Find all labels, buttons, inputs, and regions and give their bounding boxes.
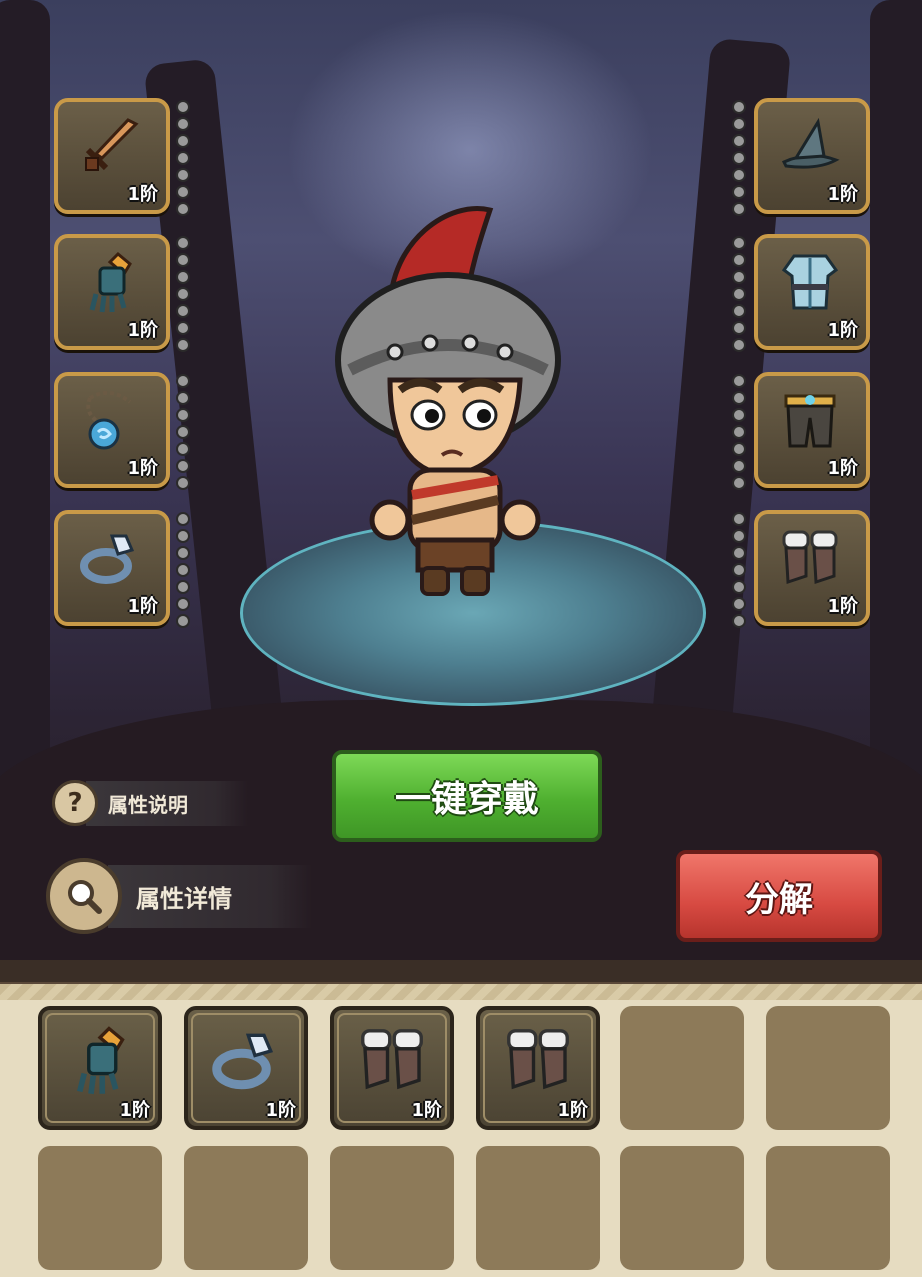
inventory-slot[interactable]: 1阶 <box>184 1006 308 1130</box>
gauntlet-icon <box>64 1024 136 1096</box>
tier-label: 1阶 <box>827 320 858 341</box>
pants-icon <box>778 388 842 452</box>
equip-slot-armor[interactable]: 1阶 <box>754 234 870 350</box>
equip-slot-helmet[interactable]: 1阶 <box>754 98 870 214</box>
tier-label: 1阶 <box>127 320 158 341</box>
inventory-slot-empty[interactable] <box>766 1006 890 1130</box>
tier-label: 1阶 <box>557 1100 588 1121</box>
equip-slot-gloves[interactable]: 1阶 <box>54 234 170 350</box>
fur-boots-icon <box>356 1024 428 1096</box>
tier-label: 1阶 <box>827 184 858 205</box>
gauntlet-icon <box>78 250 142 314</box>
equip-slot-weapon[interactable]: 1阶 <box>54 98 170 214</box>
inventory-slot-empty[interactable] <box>620 1006 744 1130</box>
equip-slot-pants[interactable]: 1阶 <box>754 372 870 488</box>
inventory-slot[interactable]: 1阶 <box>330 1006 454 1130</box>
attr-detail-label: 属性详情 <box>108 864 312 928</box>
magnifier-icon <box>46 858 122 934</box>
tier-label: 1阶 <box>827 596 858 617</box>
bead-chain <box>176 374 190 493</box>
attr-explain-button[interactable]: ? 属性说明 <box>52 780 248 826</box>
inventory-slot-empty[interactable] <box>184 1146 308 1270</box>
fur-boots-icon <box>502 1024 574 1096</box>
fur-boots-icon <box>778 526 842 590</box>
inventory-slot-empty[interactable] <box>38 1146 162 1270</box>
wizard-hat-icon <box>778 114 842 178</box>
panel-pattern-band <box>0 984 922 1000</box>
bead-chain <box>732 512 746 631</box>
bead-chain <box>732 100 746 219</box>
ring-icon <box>210 1024 282 1096</box>
bead-chain <box>732 236 746 355</box>
bead-chain <box>176 236 190 355</box>
inventory-slot-empty[interactable] <box>476 1146 600 1270</box>
panel-top-edge <box>0 960 922 985</box>
tunic-icon <box>778 250 842 314</box>
inventory-slot[interactable]: 1阶 <box>476 1006 600 1130</box>
inventory-slot[interactable]: 1阶 <box>38 1006 162 1130</box>
tier-label: 1阶 <box>127 184 158 205</box>
sword-icon <box>78 114 142 178</box>
equip-slot-ring[interactable]: 1阶 <box>54 510 170 626</box>
tier-label: 1阶 <box>119 1100 150 1121</box>
decompose-button[interactable]: 分解 <box>676 850 882 942</box>
tier-label: 1阶 <box>127 596 158 617</box>
attr-detail-button[interactable]: 属性详情 <box>46 858 312 934</box>
tier-label: 1阶 <box>827 458 858 479</box>
tier-label: 1阶 <box>411 1100 442 1121</box>
attr-explain-label: 属性说明 <box>86 780 248 826</box>
equip-slot-necklace[interactable]: 1阶 <box>54 372 170 488</box>
inventory-slot-empty[interactable] <box>766 1146 890 1270</box>
inventory-slot-empty[interactable] <box>330 1146 454 1270</box>
bead-chain <box>732 374 746 493</box>
amulet-icon <box>78 388 142 452</box>
equip-all-button[interactable]: 一键穿戴 <box>332 750 602 842</box>
bead-chain <box>176 100 190 219</box>
tier-label: 1阶 <box>127 458 158 479</box>
ring-icon <box>78 526 142 590</box>
tier-label: 1阶 <box>265 1100 296 1121</box>
question-icon: ? <box>52 780 98 826</box>
equip-slot-boots[interactable]: 1阶 <box>754 510 870 626</box>
hero-character[interactable] <box>330 200 570 600</box>
bead-chain <box>176 512 190 631</box>
inventory-slot-empty[interactable] <box>620 1146 744 1270</box>
